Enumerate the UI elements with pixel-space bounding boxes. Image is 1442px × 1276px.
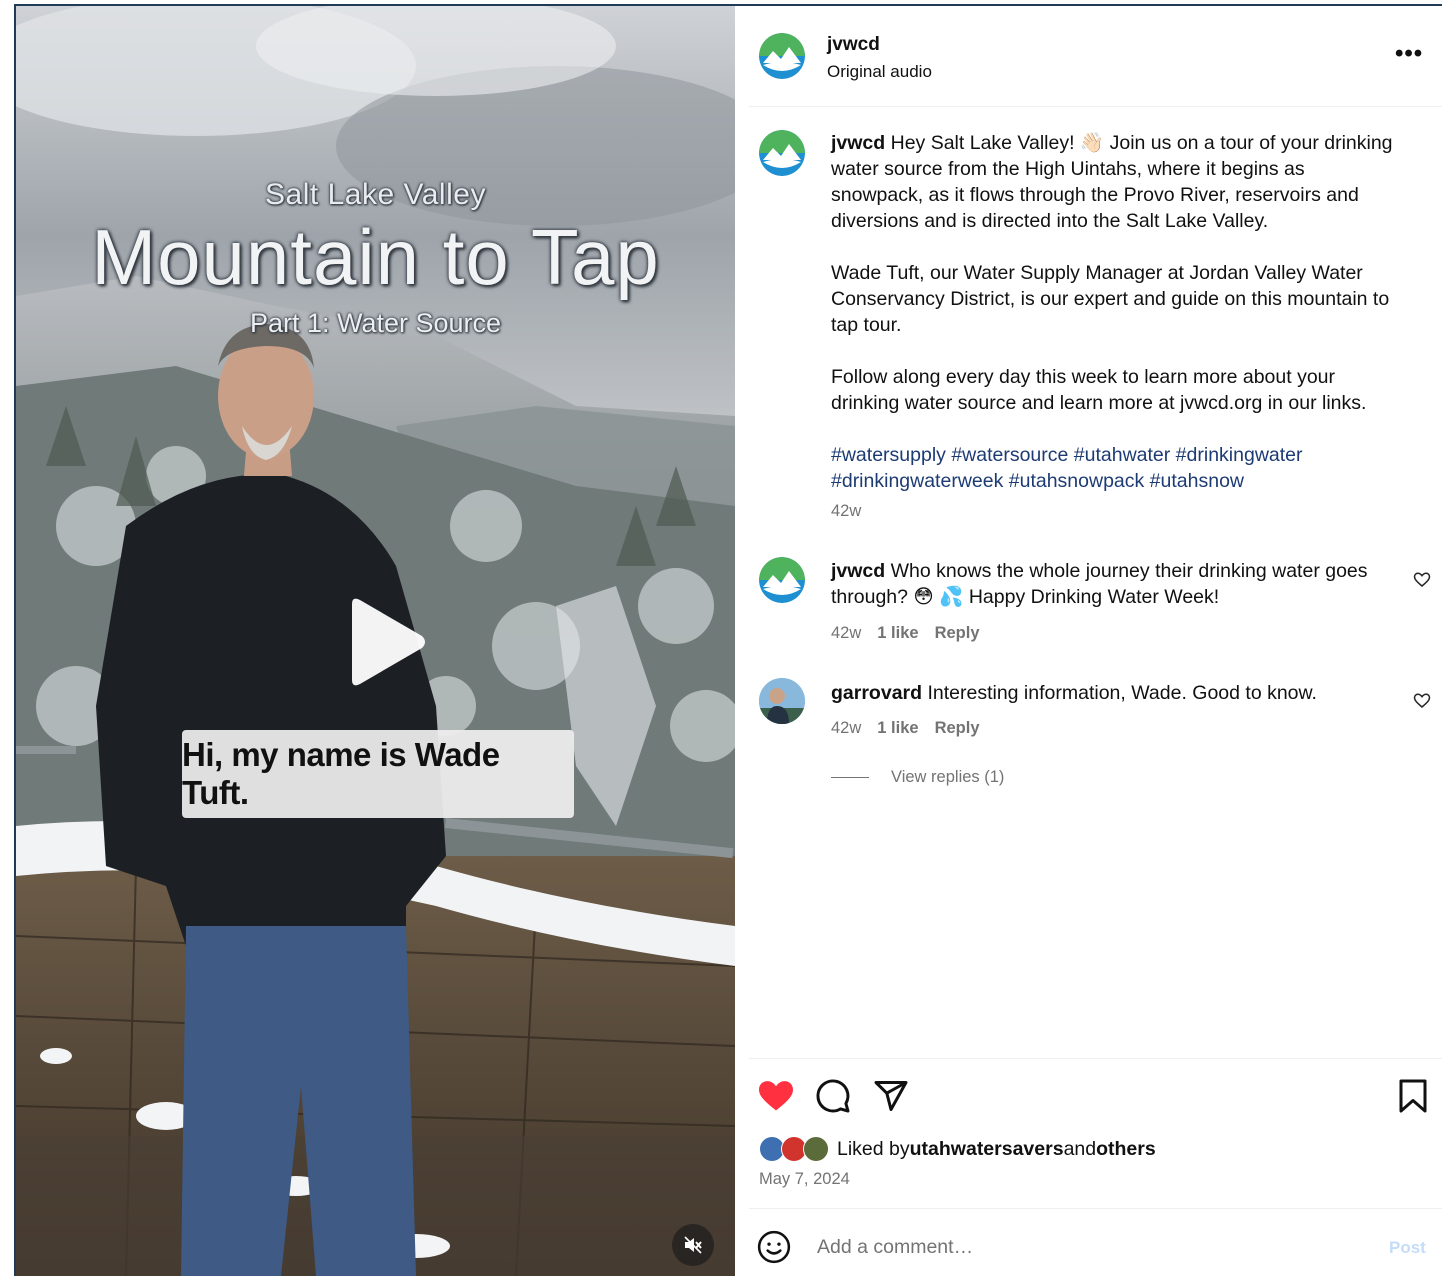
video-player[interactable]: Salt Lake Valley Mountain to Tap Part 1:…	[16, 6, 735, 1276]
liker-avatars	[759, 1136, 833, 1162]
reply-button[interactable]: Reply	[935, 624, 980, 642]
post-caption: jvwcd Hey Salt Lake Valley! 👋🏻 Join us o…	[831, 130, 1431, 494]
comment-age: 42w	[831, 719, 862, 737]
caption-line: Follow along every day this week to lear…	[831, 366, 1336, 388]
comment-avatar[interactable]	[759, 678, 805, 724]
caption-line: Hey Salt Lake Valley! 👋🏻 Join us on a to…	[885, 132, 1393, 154]
jvwcd-logo	[759, 557, 805, 603]
comment-input[interactable]: Add a comment…	[817, 1236, 973, 1259]
post-date: May 7, 2024	[759, 1170, 850, 1188]
view-replies-button[interactable]: View replies (1)	[831, 768, 1004, 787]
mute-button[interactable]	[672, 1224, 714, 1266]
caption-line: Wade Tuft, our Water Supply Manager at J…	[831, 262, 1363, 284]
liker-avatar	[803, 1136, 829, 1162]
comment-username[interactable]: jvwcd	[831, 560, 885, 582]
likes-others[interactable]: others	[1096, 1138, 1156, 1161]
caption-age: 42w	[831, 502, 862, 520]
comment-age: 42w	[831, 624, 862, 642]
jvwcd-logo	[759, 33, 805, 79]
header-audio[interactable]: Original audio	[827, 62, 932, 82]
comment-item: jvwcd Who knows the whole journey their …	[831, 558, 1401, 610]
post-panel: jvwcd Original audio ••• jvwcd Hey Salt …	[735, 6, 1442, 1276]
emoji-icon[interactable]	[757, 1230, 791, 1264]
header-divider	[749, 106, 1442, 107]
header-username[interactable]: jvwcd	[827, 34, 880, 56]
user-photo	[759, 678, 805, 724]
comment-icon[interactable]	[815, 1078, 851, 1114]
caption-line: diversions and is directed into the Salt…	[831, 210, 1269, 232]
caption-line: water source from the High Uintahs, wher…	[831, 158, 1305, 180]
heart-icon[interactable]	[757, 1078, 795, 1112]
hashtag-line[interactable]: #drinkingwaterweek #utahsnowpack #utahsn…	[831, 468, 1431, 494]
caption-line: tap tour.	[831, 314, 902, 336]
comment-text: through? 😳 💦 Happy Drinking Water Week!	[831, 586, 1220, 608]
video-title-big: Mountain to Tap	[91, 213, 660, 301]
jvwcd-logo	[759, 130, 805, 176]
comment-like-heart-icon[interactable]	[1413, 571, 1431, 589]
comment-username[interactable]: garrovard	[831, 682, 922, 704]
caption-line: Conservancy District, is our expert and …	[831, 288, 1390, 310]
bookmark-icon[interactable]	[1397, 1078, 1429, 1114]
view-replies-line	[831, 777, 869, 778]
caption-avatar[interactable]	[759, 130, 805, 176]
comment-avatar[interactable]	[759, 557, 805, 603]
caption-username[interactable]: jvwcd	[831, 132, 885, 154]
likes-summary[interactable]: Liked by utahwatersavers and others	[759, 1136, 1156, 1162]
more-icon[interactable]: •••	[1395, 40, 1423, 68]
comment-likes[interactable]: 1 like	[877, 624, 918, 642]
mute-icon	[684, 1236, 702, 1254]
reply-button[interactable]: Reply	[935, 719, 980, 737]
caption-line: snowpack, as it flows through the Provo …	[831, 184, 1359, 206]
share-icon[interactable]	[873, 1078, 909, 1114]
video-caption: Hi, my name is Wade Tuft.	[182, 730, 574, 818]
likes-prefix: Liked by	[837, 1137, 910, 1160]
comment-like-heart-icon[interactable]	[1413, 692, 1431, 710]
liker-username[interactable]: utahwatersavers	[910, 1138, 1064, 1161]
actions-divider	[749, 1058, 1442, 1059]
caption-line: drinking water source and learn more at …	[831, 392, 1367, 414]
comment-item: garrovard Interesting information, Wade.…	[831, 680, 1401, 706]
comment-meta: 42w 1 like Reply	[831, 624, 980, 643]
comment-likes[interactable]: 1 like	[877, 719, 918, 737]
likes-middle: and	[1063, 1137, 1097, 1160]
view-replies-label: View replies (1)	[891, 768, 1005, 786]
post-button[interactable]: Post	[1389, 1238, 1426, 1258]
video-title-part: Part 1: Water Source	[249, 308, 502, 338]
video-title-small: Salt Lake Valley	[265, 178, 486, 211]
author-avatar[interactable]	[759, 33, 805, 79]
comment-text: Who knows the whole journey their drinki…	[885, 560, 1368, 582]
hashtag-line[interactable]: #watersupply #watersource #utahwater #dr…	[831, 442, 1431, 468]
play-icon[interactable]	[338, 596, 428, 688]
composer-divider	[749, 1208, 1442, 1209]
comment-meta: 42w 1 like Reply	[831, 719, 980, 738]
comment-text: Interesting information, Wade. Good to k…	[922, 682, 1317, 704]
